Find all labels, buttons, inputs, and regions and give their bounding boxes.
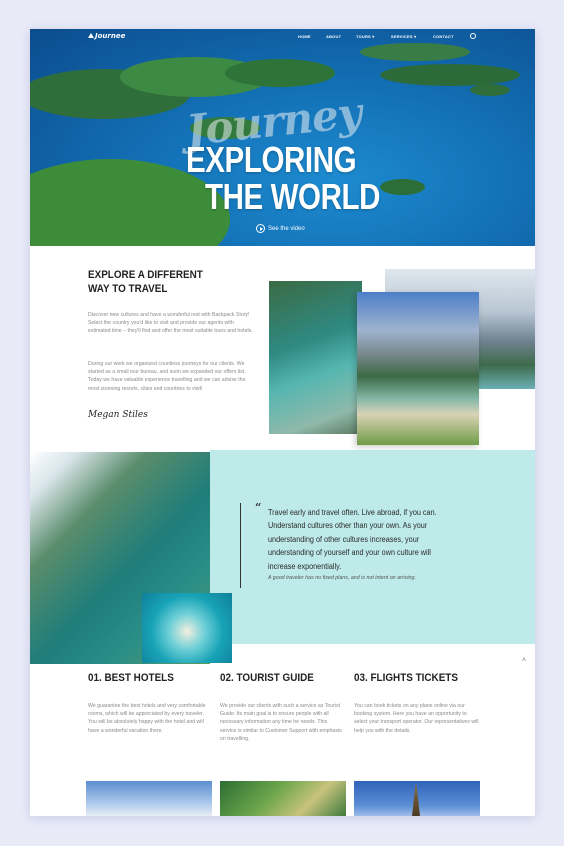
about-paragraph: During our work we organized countless j… xyxy=(88,361,246,392)
hero-title-line2: THE WORLD xyxy=(205,176,381,217)
play-icon xyxy=(256,224,265,233)
feature-text: You can book tickets on any plane online… xyxy=(354,703,479,734)
river-photo xyxy=(269,281,362,434)
logo-text: Journee xyxy=(95,32,126,40)
feature-text: We guarantee the best hotels and very co… xyxy=(88,703,206,734)
scroll-top-icon[interactable]: ˄ xyxy=(522,657,526,664)
hero-title-line1: EXPLORING xyxy=(186,139,357,180)
feature-title-hotels: 01. BEST HOTELS xyxy=(88,672,174,684)
island-image xyxy=(225,59,335,87)
see-video-link[interactable]: See the video xyxy=(256,224,305,233)
feature-title-guide: 02. TOURIST GUIDE xyxy=(220,672,314,684)
lake-photo xyxy=(357,292,479,445)
nav-item-contact[interactable]: CONTACT xyxy=(433,34,454,39)
nav-item-home[interactable]: HOME xyxy=(298,34,311,39)
logo-icon xyxy=(88,33,94,38)
signature: Megan Stiles xyxy=(88,410,148,420)
hero-section: Journee HOME ABOUT TOURS ▾ SERVICES ▾ CO… xyxy=(30,29,535,246)
quote-text: Travel early and travel often. Live abro… xyxy=(268,508,437,571)
feature-title-flights: 03. FLIGHTS TICKETS xyxy=(354,672,458,684)
island-image xyxy=(380,179,425,195)
quote-mark-icon: “ xyxy=(255,501,262,514)
nav-item-tours[interactable]: TOURS ▾ xyxy=(356,34,374,39)
about-title: EXPLORE A DIFFERENT WAY TO TRAVEL xyxy=(88,269,203,295)
eiffel-tower-icon xyxy=(412,785,420,816)
page: Journee HOME ABOUT TOURS ▾ SERVICES ▾ CO… xyxy=(30,29,535,816)
tower-photo xyxy=(354,781,480,816)
beach-aerial-photo xyxy=(142,593,232,663)
island-image xyxy=(360,43,470,61)
search-icon[interactable] xyxy=(470,33,476,39)
island-image xyxy=(470,84,510,96)
nav-item-tours-label: TOURS xyxy=(356,34,371,39)
nav-item-services[interactable]: SERVICES ▾ xyxy=(391,34,416,39)
quote-caption: A good traveler has no fixed plans, and … xyxy=(268,575,416,581)
island-image xyxy=(380,64,520,86)
about-paragraph: Discover new cultures and have a wonderf… xyxy=(88,312,253,335)
chevron-down-icon: ▾ xyxy=(414,34,417,39)
see-video-label: See the video xyxy=(268,226,305,233)
nav-item-services-label: SERVICES xyxy=(391,34,413,39)
sky-photo xyxy=(86,781,212,816)
quote-divider xyxy=(240,503,241,588)
chevron-down-icon: ▾ xyxy=(372,34,375,39)
logo[interactable]: Journee xyxy=(88,32,125,40)
palm-photo xyxy=(220,781,346,816)
feature-text: We provide our clients with such a servi… xyxy=(220,703,342,742)
nav-item-about[interactable]: ABOUT xyxy=(326,34,341,39)
top-nav: Journee HOME ABOUT TOURS ▾ SERVICES ▾ CO… xyxy=(30,29,535,45)
